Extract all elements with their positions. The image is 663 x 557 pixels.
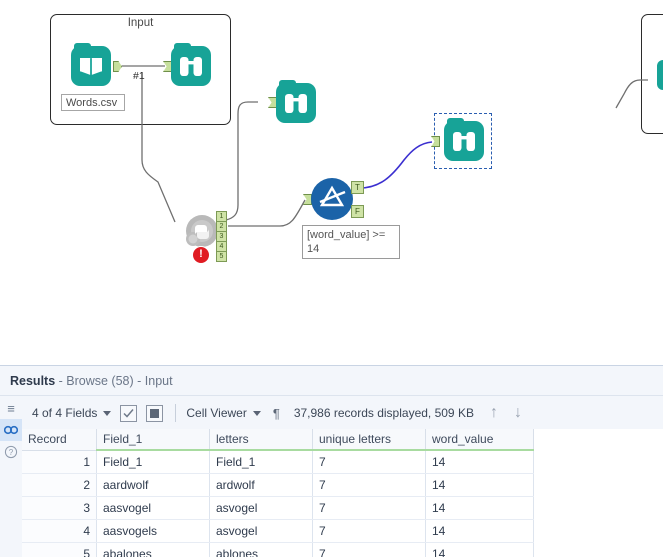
checkbox-clear-icon xyxy=(150,408,160,418)
table-cell[interactable]: 14 xyxy=(425,450,534,474)
chevron-down-icon xyxy=(252,410,261,416)
results-rail: ≡ ? xyxy=(0,397,22,557)
cell-record[interactable]: 1 xyxy=(22,450,97,474)
filter-false-anchor[interactable]: F xyxy=(351,205,364,218)
book-icon xyxy=(71,43,111,86)
table-cell[interactable]: 14 xyxy=(425,496,534,520)
python-output-anchor-5[interactable]: 5 xyxy=(216,251,227,262)
table-cell[interactable]: 7 xyxy=(312,450,426,474)
arrow-down-icon[interactable]: ↓ xyxy=(514,405,522,421)
browse-tool-1[interactable] xyxy=(171,43,211,86)
browse-tool-right-partial[interactable] xyxy=(657,60,663,90)
column-header-letters[interactable]: letters xyxy=(209,429,313,451)
binoculars-icon xyxy=(657,60,663,90)
list-view-icon[interactable]: ≡ xyxy=(0,397,22,419)
table-cell[interactable]: 14 xyxy=(425,473,534,497)
filter-annotation[interactable]: [word_value] >= 14 xyxy=(302,225,400,259)
column-header-word-value[interactable]: word_value xyxy=(425,429,534,451)
browse-icon[interactable] xyxy=(0,419,22,441)
help-icon[interactable]: ? xyxy=(0,441,22,463)
python-error-badge[interactable]: ! xyxy=(192,246,210,264)
fields-label: 4 of 4 Fields xyxy=(32,406,98,420)
binoculars-icon xyxy=(276,80,316,123)
results-pane: Results - Browse (58) - Input ≡ ? 4 of 4… xyxy=(0,365,663,557)
cell-viewer-label: Cell Viewer xyxy=(186,406,247,420)
pilcrow-icon[interactable]: ¶ xyxy=(273,406,280,421)
table-header-row: Record Field_1 letters unique letters wo… xyxy=(22,429,534,451)
cell-record[interactable]: 4 xyxy=(22,519,97,543)
table-row[interactable]: 5 abalones ablones 7 14 xyxy=(22,542,534,557)
arrow-up-icon[interactable]: ↑ xyxy=(490,405,498,421)
filter-icon xyxy=(311,178,353,220)
table-cell[interactable]: 7 xyxy=(312,496,426,520)
results-title: Results xyxy=(10,374,56,388)
table-cell[interactable]: 14 xyxy=(425,519,534,543)
results-table: Record Field_1 letters unique letters wo… xyxy=(22,429,534,557)
input-data-tool[interactable] xyxy=(71,43,111,86)
clear-all-fields-button[interactable] xyxy=(146,404,164,422)
table-cell[interactable]: 14 xyxy=(425,542,534,557)
record-status: 37,986 records displayed, 509 KB xyxy=(293,406,474,420)
table-cell[interactable]: 7 xyxy=(312,473,426,497)
table-cell[interactable]: asvogel xyxy=(209,496,313,520)
toolbar-divider-1 xyxy=(175,404,177,422)
table-row[interactable]: 3 aasvogel asvogel 7 14 xyxy=(22,496,534,520)
table-cell[interactable]: asvogel xyxy=(209,519,313,543)
browse-tool-2[interactable] xyxy=(276,80,316,123)
results-grid[interactable]: Record Field_1 letters unique letters wo… xyxy=(22,429,663,557)
connection-label-1: #1 xyxy=(133,70,145,82)
results-toolbar: 4 of 4 Fields Cell Viewer ¶ 37,986 recor… xyxy=(22,397,663,429)
results-header: Results - Browse (58) - Input xyxy=(0,366,663,396)
svg-text:?: ? xyxy=(9,448,14,457)
fields-selector[interactable]: 4 of 4 Fields xyxy=(32,406,112,420)
table-cell[interactable]: 7 xyxy=(312,519,426,543)
binoculars-icon xyxy=(171,43,211,86)
container-title-input: Input xyxy=(127,17,154,29)
table-cell[interactable]: aardwolf xyxy=(96,473,210,497)
column-header-unique-letters[interactable]: unique letters xyxy=(312,429,426,451)
table-cell[interactable]: Field_1 xyxy=(96,450,210,474)
table-row[interactable]: 2 aardwolf ardwolf 7 14 xyxy=(22,473,534,497)
cell-record[interactable]: 2 xyxy=(22,473,97,497)
workflow-canvas[interactable]: Input Words.csv #1 ! 1 2 3 4 5 T F [word… xyxy=(0,0,663,365)
table-cell[interactable]: ardwolf xyxy=(209,473,313,497)
cell-record[interactable]: 5 xyxy=(22,542,97,557)
table-cell[interactable]: aasvogel xyxy=(96,496,210,520)
select-all-fields-button[interactable] xyxy=(120,404,138,422)
column-header-record[interactable]: Record xyxy=(22,429,97,451)
binoculars-icon xyxy=(444,118,484,161)
table-cell[interactable]: ablones xyxy=(209,542,313,557)
checkbox-checked-icon xyxy=(123,408,134,418)
results-subtitle: - Browse (58) - Input xyxy=(58,374,173,388)
table-row[interactable]: 4 aasvogels asvogel 7 14 xyxy=(22,519,534,543)
table-cell[interactable]: aasvogels xyxy=(96,519,210,543)
chevron-down-icon xyxy=(103,410,112,416)
cell-record[interactable]: 3 xyxy=(22,496,97,520)
table-row[interactable]: 1 Field_1 Field_1 7 14 xyxy=(22,450,534,474)
table-cell[interactable]: Field_1 xyxy=(209,450,313,474)
browse-tool-3[interactable] xyxy=(444,118,484,161)
input-file-label[interactable]: Words.csv xyxy=(61,94,125,111)
table-cell[interactable]: abalones xyxy=(96,542,210,557)
column-header-field1[interactable]: Field_1 xyxy=(96,429,210,451)
filter-tool[interactable] xyxy=(311,178,353,220)
browse3-input-anchor[interactable] xyxy=(431,136,440,147)
filter-true-anchor[interactable]: T xyxy=(351,181,364,194)
cell-viewer-selector[interactable]: Cell Viewer xyxy=(186,406,261,420)
table-cell[interactable]: 7 xyxy=(312,542,426,557)
